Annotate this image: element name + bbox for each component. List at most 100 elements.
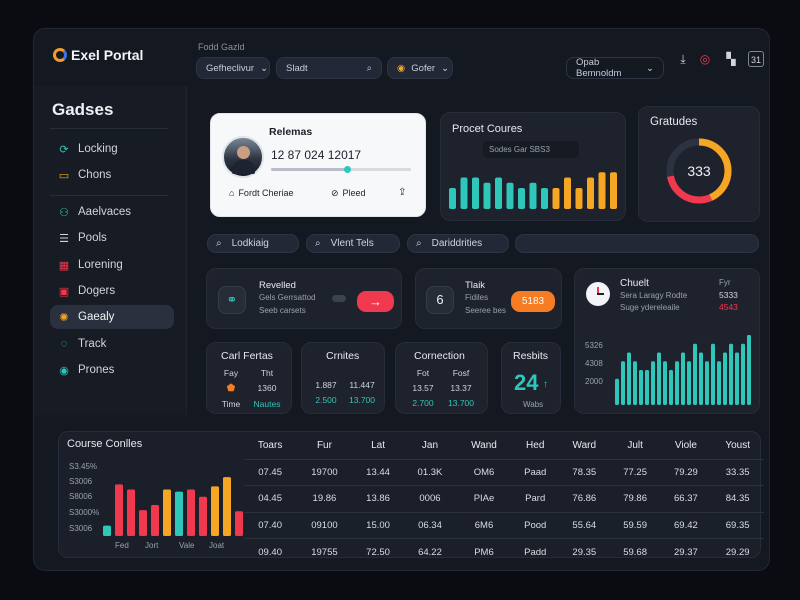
action-card-1-line1: Gels Gerrsattod xyxy=(259,293,316,302)
chart-bar xyxy=(460,177,468,209)
profile-action-right[interactable]: ⊘ Pleed xyxy=(331,188,366,199)
profile-action-left-label: Fordt Cheriae xyxy=(238,188,294,198)
chart-bar xyxy=(711,343,715,405)
header-caption: Fodd Gazld xyxy=(198,42,245,52)
sidebar-item-pools[interactable]: ☰ Pools xyxy=(50,226,174,250)
chart-right-line1: Sera Laragy Rodte xyxy=(620,291,688,300)
chart-bar xyxy=(723,352,727,405)
stat-cell: 1360 xyxy=(257,383,277,393)
stat-card-2: Crnites 1.887 11.447 2.500 13.700 xyxy=(301,342,385,414)
sidebar-item-gaealy[interactable]: ✺ Gaealy xyxy=(50,305,174,329)
share-icon: ⊘ xyxy=(331,188,339,198)
search-icon[interactable]: ⌕ xyxy=(367,63,372,74)
sidebar-item-prones[interactable]: ◉ Prones xyxy=(50,358,174,382)
table-row[interactable]: 07.40 09100 15.00 06.34 6M6 Pood 55.64 5… xyxy=(244,511,764,539)
home-icon: ⌂ xyxy=(229,188,235,198)
chart-right-label: Fyr xyxy=(719,278,731,287)
table-cell: 07.45 xyxy=(244,458,297,486)
export-icon[interactable]: ⇪ xyxy=(398,187,406,198)
table-cell: 66.37 xyxy=(660,485,712,512)
table-cell: 13.44 xyxy=(352,458,404,486)
table-row[interactable]: 07.45 19700 13.44 01.3K OM6 Paad 78.35 7… xyxy=(244,458,764,486)
column-header[interactable]: Fur xyxy=(296,433,352,459)
course-tick: S3000% xyxy=(69,508,100,517)
chart-bar xyxy=(675,361,679,405)
table-cell: PIAe xyxy=(456,485,512,512)
stat-cell: 13.700 xyxy=(349,395,375,405)
chart-bar xyxy=(699,352,703,405)
status-dropdown[interactable]: ◉ Gofer ⌄ xyxy=(387,57,453,79)
product-subtitle: Sodes Gar SBS3 xyxy=(483,141,579,158)
column-header[interactable]: Viole xyxy=(661,433,712,459)
table-row[interactable]: 04.45 19.86 13.86 0006 PIAe Pard 76.86 7… xyxy=(244,485,764,512)
column-header[interactable]: Lat xyxy=(353,433,404,459)
stat-card-4-title: Resbits xyxy=(513,350,549,362)
sidebar-title: Gadses xyxy=(52,100,114,119)
gauge-value: 333 xyxy=(687,163,711,179)
sidebar-item-label: Locking xyxy=(78,143,118,155)
toggle-switch[interactable] xyxy=(332,295,346,302)
filter-dropdown[interactable]: Gefheclivur ⌄ xyxy=(196,57,270,79)
chart-right-value-1: 5333 xyxy=(719,290,738,300)
search-icon: ⌕ xyxy=(216,238,222,249)
profile-progress-track xyxy=(271,166,411,173)
stat-cell: 2.500 xyxy=(315,395,337,405)
app-name: Exel Portal xyxy=(71,47,144,63)
chat-icon: ◌ xyxy=(60,338,68,350)
chart-bar xyxy=(529,182,537,209)
chart-bar xyxy=(139,510,147,536)
calendar-icon[interactable]: 31 xyxy=(748,51,764,67)
search-pill-1[interactable]: ⌕ Lodkiaig xyxy=(207,234,299,253)
search-input[interactable]: Sladt ⌕ xyxy=(276,57,382,79)
action-card-2-badge[interactable]: 6 xyxy=(426,286,454,314)
search-bar-wide[interactable] xyxy=(515,234,759,253)
profile-progress-knob[interactable] xyxy=(343,166,351,173)
action-card-2-line1: Fidiles xyxy=(465,293,489,302)
chart-bar xyxy=(598,172,606,209)
column-header[interactable]: Toars xyxy=(244,433,296,459)
sidebar-item-track[interactable]: ◌ Track xyxy=(50,332,174,356)
search-pill-3[interactable]: ⌕ Dariddrities xyxy=(407,234,509,253)
column-header[interactable]: Hed xyxy=(512,433,559,459)
gauge-card: Gratudes 333 xyxy=(638,106,760,222)
sidebar-item-locking[interactable]: ⟳ Locking xyxy=(50,137,174,161)
chart-bar xyxy=(449,188,456,209)
table-row[interactable]: 09.40 19755 72.50 64.22 PM6 Padd 29.35 5… xyxy=(244,538,764,565)
stat-card-3: Cornection Fot Fosf 13.57 13.37 2.700 13… xyxy=(395,342,488,414)
profile-action-left[interactable]: ⌂ Fordt Cheriae xyxy=(229,188,293,198)
search-icon: ⌕ xyxy=(315,238,321,249)
avatar[interactable] xyxy=(222,136,264,178)
table-cell: Pard xyxy=(511,485,559,512)
chart-bar xyxy=(615,378,619,405)
column-header[interactable]: Ward xyxy=(559,433,610,459)
sidebar-item-dogers[interactable]: ▣ Dogers xyxy=(50,279,174,303)
stat-card-1-title: Carl Fertas xyxy=(221,350,273,362)
value-button[interactable]: 5183 xyxy=(511,291,555,312)
arrow-button[interactable]: → xyxy=(357,291,394,312)
notification-icon[interactable]: ◎ xyxy=(697,51,713,67)
chart-bar xyxy=(472,177,479,209)
download-icon[interactable]: ⤓ xyxy=(675,51,691,67)
arrow-up-icon: ↑ xyxy=(543,379,548,390)
stat-card-3-grid: Fot Fosf 13.57 13.37 2.700 13.700 xyxy=(404,368,480,408)
logo[interactable]: Exel Portal xyxy=(53,47,143,63)
chart-bar xyxy=(639,370,643,405)
chart-bar xyxy=(127,489,135,536)
eye-icon: ◉ xyxy=(59,364,69,377)
search-pill-2[interactable]: ⌕ Vlent Tels xyxy=(306,234,400,253)
account-dropdown[interactable]: Opab Bemnoldm ⌄ xyxy=(566,57,664,79)
shield-icon: ⬟ xyxy=(226,383,236,394)
column-header[interactable]: Youst xyxy=(711,433,764,459)
sidebar-item-label: Lorening xyxy=(78,259,123,271)
sidebar-item-lorening[interactable]: ▦ Lorening xyxy=(50,253,174,277)
product-bar-chart xyxy=(449,172,617,209)
sidebar-item-chons[interactable]: ▭ Chons xyxy=(50,163,174,187)
link-icon[interactable]: ⚭ xyxy=(218,286,246,314)
column-header[interactable]: Wand xyxy=(456,433,511,459)
column-header[interactable]: Jan xyxy=(403,433,456,459)
chart-bar xyxy=(199,496,207,536)
sidebar-item-aaelvaces[interactable]: ⚇ Aaelvaces xyxy=(50,200,174,224)
grid-icon[interactable]: ▚ xyxy=(723,51,739,67)
column-header[interactable]: Jult xyxy=(610,433,661,459)
data-table: Toars Fur Lat Jan Wand Hed Ward Jult Vio… xyxy=(244,433,764,565)
